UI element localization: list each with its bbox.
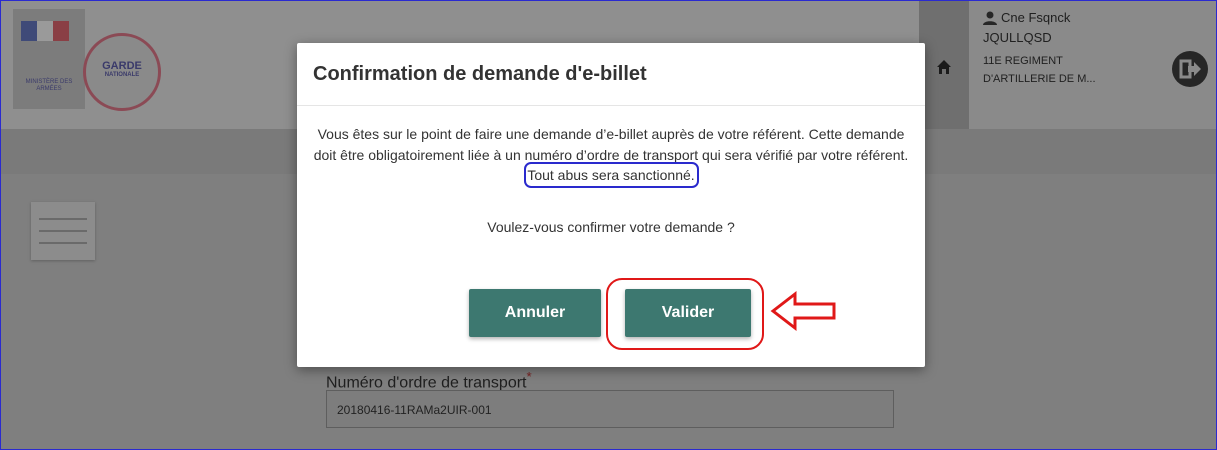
menu-icon[interactable] — [31, 202, 95, 260]
ministry-logo: MINISTÈRE DES ARMÉES — [13, 9, 85, 109]
transport-order-field[interactable]: 20180416-11RAMa2UIR-001 — [326, 390, 894, 428]
user-panel: Cne Fsqnck JQULLQSD 11E REGIMENT D'ARTIL… — [969, 1, 1216, 129]
logo-subtext: NATIONALE — [104, 72, 140, 78]
abuse-warning: Tout abus sera sanctionné. — [524, 162, 700, 187]
user-icon — [983, 11, 997, 25]
validate-button[interactable]: Valider — [625, 289, 751, 337]
user-code: JQULLQSD — [983, 30, 1052, 45]
modal-message-text: Vous êtes sur le point de faire une dema… — [313, 126, 909, 163]
screenshot-frame: MINISTÈRE DES ARMÉES GARDE NATIONALE Cne… — [0, 0, 1217, 450]
modal-title: Confirmation de demande d'e-billet — [313, 63, 647, 85]
flag-icon — [21, 21, 69, 41]
user-name: Cne Fsqnck — [1001, 10, 1071, 25]
garde-nationale-logo: GARDE NATIONALE — [83, 33, 161, 111]
modal-question: Voulez-vous confirmer votre demande ? — [487, 219, 735, 235]
home-button[interactable] — [919, 1, 969, 129]
home-icon — [937, 60, 951, 74]
logout-icon[interactable] — [1172, 51, 1208, 87]
cancel-button[interactable]: Annuler — [469, 289, 601, 337]
modal-message: Vous êtes sur le point de faire une dema… — [305, 124, 917, 187]
confirmation-modal: Confirmation de demande d'e-billet Vous … — [297, 43, 925, 367]
logo-text: GARDE — [102, 60, 142, 72]
modal-divider — [297, 105, 925, 106]
ministry-text: MINISTÈRE DES ARMÉES — [25, 79, 73, 92]
required-marker: * — [526, 369, 532, 384]
transport-order-label: Numéro d'ordre de transport* — [326, 369, 532, 392]
user-unit: 11E REGIMENT D'ARTILLERIE DE M... — [983, 55, 1096, 85]
